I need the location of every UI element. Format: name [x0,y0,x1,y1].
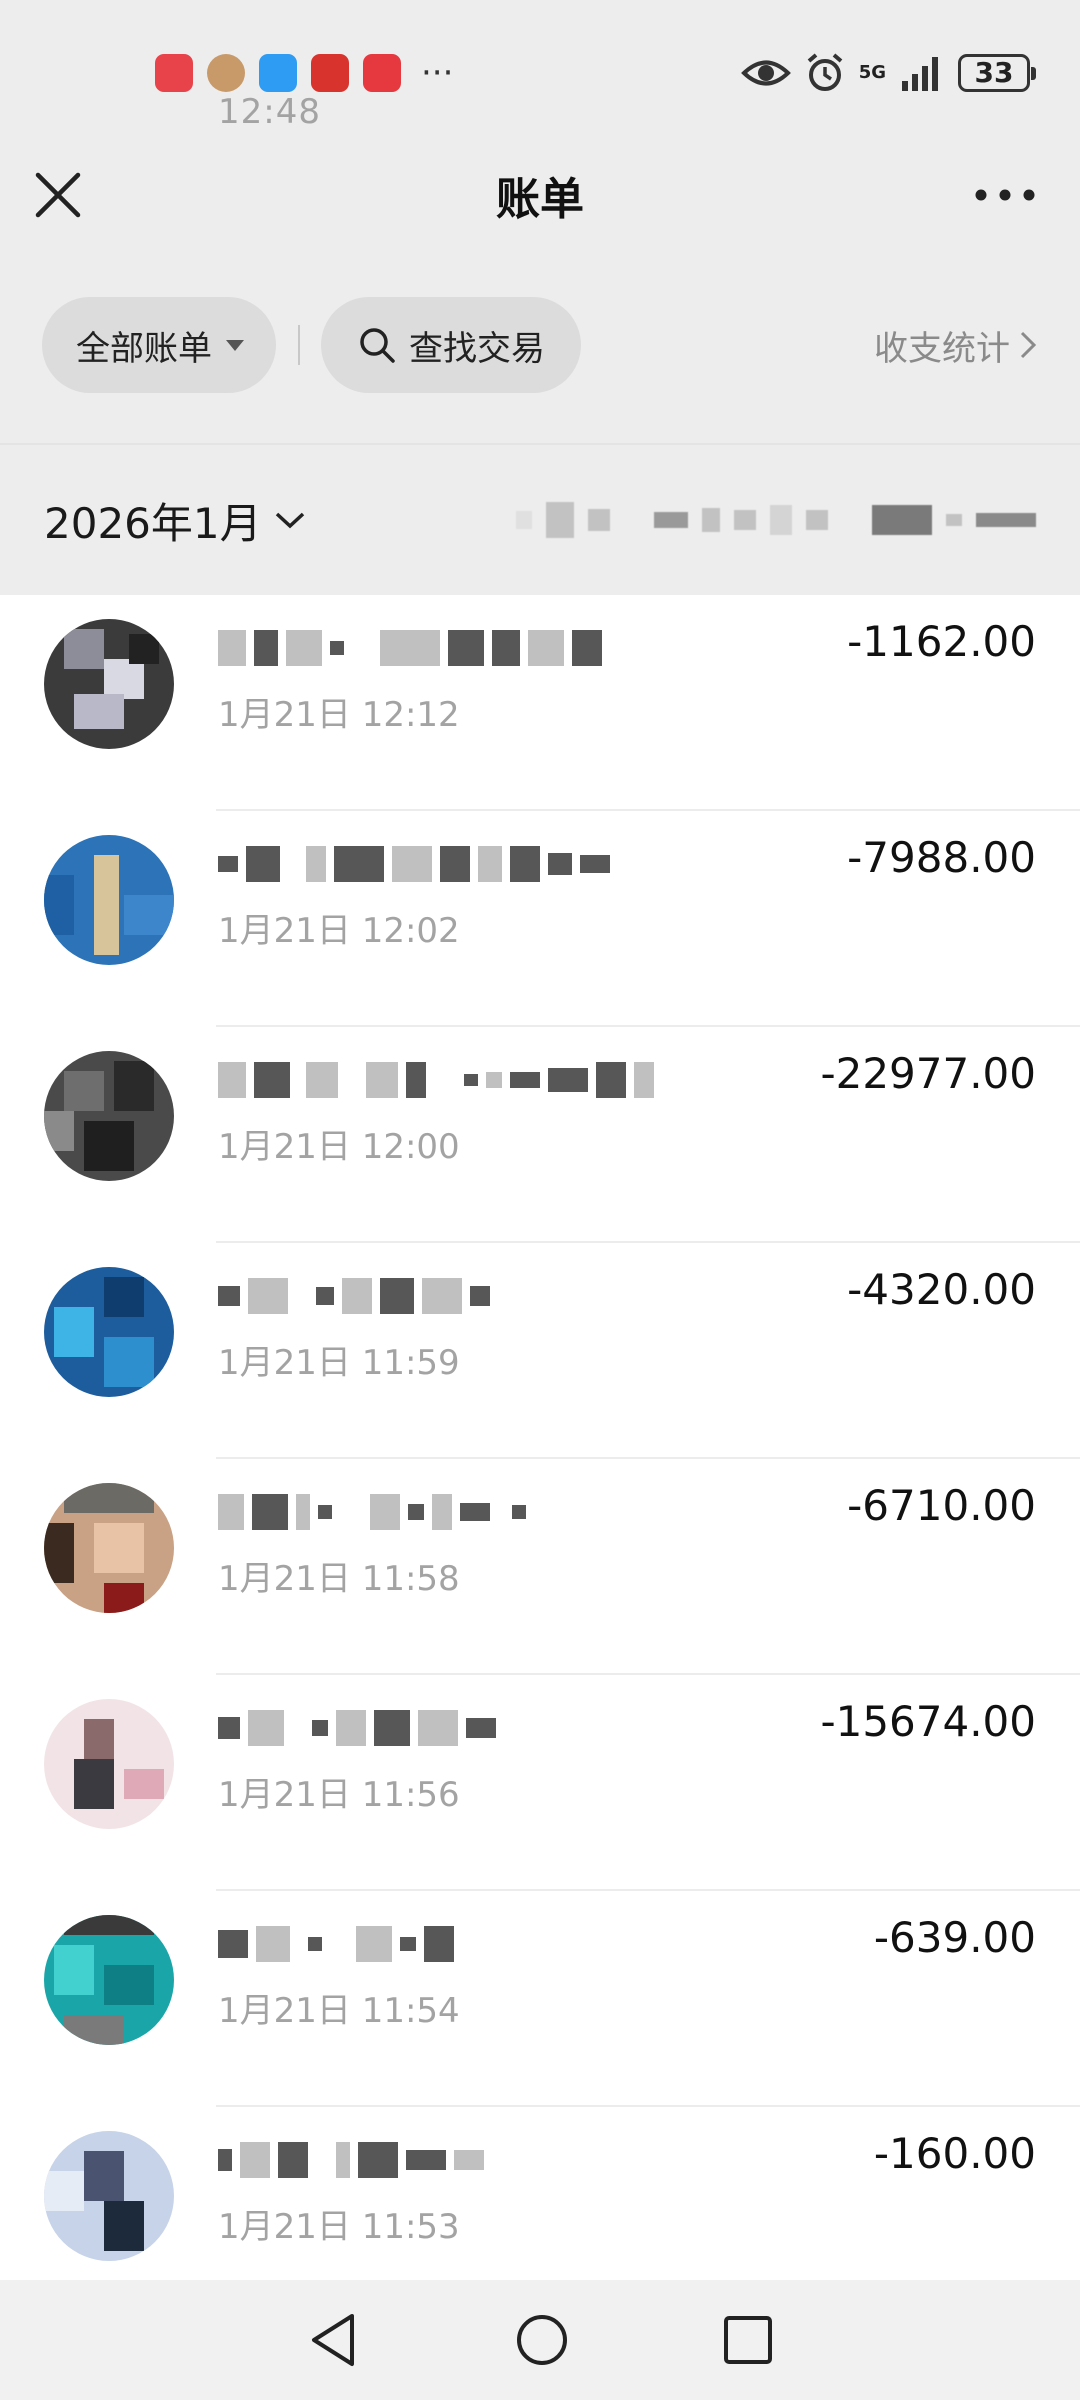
transaction-row[interactable]: 1月21日 11:56 -15674.00 [0,1675,1080,1891]
search-transactions-button[interactable]: 查找交易 [321,297,581,393]
transaction-time: 1月21日 11:56 [218,1775,460,1815]
news-notification-icon [311,53,349,92]
filter-divider [298,325,300,365]
merchant-name-redacted [218,625,602,671]
transaction-row[interactable]: 1月21日 12:12 -1162.00 [0,595,1080,811]
more-options-icon[interactable] [970,167,1040,223]
transaction-row[interactable]: 1月21日 11:59 -4320.00 [0,1243,1080,1459]
system-navigation-bar [0,2280,1080,2400]
month-summary-redacted [516,502,1036,538]
chevron-down-icon[interactable] [274,510,306,530]
avatar [44,1051,174,1181]
avatar-notification-icon [207,53,245,92]
transaction-time: 1月21日 11:59 [218,1343,460,1383]
chevron-right-icon [1020,331,1037,359]
search-icon [360,328,395,363]
avatar [44,1483,174,1613]
network-type: 5G [858,61,886,83]
title-bar: 账单 [0,145,1080,245]
search-label: 查找交易 [409,328,545,369]
eye-comfort-icon [740,60,791,85]
transaction-amount: -15674.00 [820,1697,1036,1746]
avatar [44,1699,174,1829]
battery-indicator: 33 [958,53,1036,92]
month-selector-bar: 2026年1月 [0,443,1080,595]
all-bills-filter-button[interactable]: 全部账单 [42,297,276,393]
home-icon[interactable] [514,2312,570,2368]
transaction-time: 1月21日 12:02 [218,911,460,951]
recent-apps-icon[interactable] [722,2314,774,2366]
merchant-name-redacted [218,1921,454,1967]
transaction-amount: -6710.00 [847,1481,1036,1530]
merchant-name-redacted [218,2137,484,2183]
avatar [44,835,174,965]
merchant-name-redacted [218,1057,654,1103]
stats-label: 收支统计 [874,328,1010,369]
dropdown-arrow-icon [226,339,244,351]
avatar [44,1915,174,2045]
all-bills-label: 全部账单 [76,328,212,369]
month-picker[interactable]: 2026年1月 [44,490,262,551]
avatar [44,1267,174,1397]
transaction-amount: -22977.00 [820,1049,1036,1098]
transaction-time: 1月21日 12:12 [218,695,460,735]
status-time: 12:48 [218,92,321,132]
alarm-icon [807,52,842,91]
transaction-time: 1月21日 11:53 [218,2207,460,2247]
transaction-row[interactable]: 1月21日 12:02 -7988.00 [0,811,1080,1027]
transaction-time: 1月21日 11:58 [218,1559,460,1599]
avatar [44,2131,174,2261]
page-title: 账单 [496,174,584,225]
filter-bar: 全部账单 查找交易 收支统计 [0,295,1080,395]
signal-icon [902,56,938,91]
transaction-row[interactable]: 1月21日 11:53 -160.00 [0,2107,1080,2280]
transaction-amount: -7988.00 [847,833,1036,882]
status-bar: 12:48 ··· 5G 33 [0,0,1080,145]
merchant-name-redacted [218,1489,526,1535]
more-notifications-icon: ··· [421,52,454,93]
transaction-time: 1月21日 11:54 [218,1991,460,2031]
message-notification-icon [259,53,297,92]
transaction-amount: -639.00 [873,1913,1036,1962]
merchant-name-redacted [218,1705,496,1751]
transaction-row[interactable]: 1月21日 12:00 -22977.00 [0,1027,1080,1243]
transaction-amount: -160.00 [873,2129,1036,2178]
transaction-amount: -4320.00 [847,1265,1036,1314]
transaction-row[interactable]: 1月21日 11:54 -639.00 [0,1891,1080,2107]
mail-notification-icon [363,53,401,92]
transaction-row[interactable]: 1月21日 11:58 -6710.00 [0,1459,1080,1675]
avatar [44,619,174,749]
merchant-name-redacted [218,841,610,887]
close-icon[interactable] [30,167,86,223]
transaction-time: 1月21日 12:00 [218,1127,460,1167]
back-icon[interactable] [306,2310,362,2370]
income-expense-stats-link[interactable]: 收支统计 [874,321,1038,370]
merchant-name-redacted [218,1273,490,1319]
transaction-list: 1月21日 12:12 -1162.00 1月21日 12:02 -7988.0… [0,595,1080,2280]
transaction-amount: -1162.00 [847,617,1036,666]
huawei-app-icon [155,53,193,92]
